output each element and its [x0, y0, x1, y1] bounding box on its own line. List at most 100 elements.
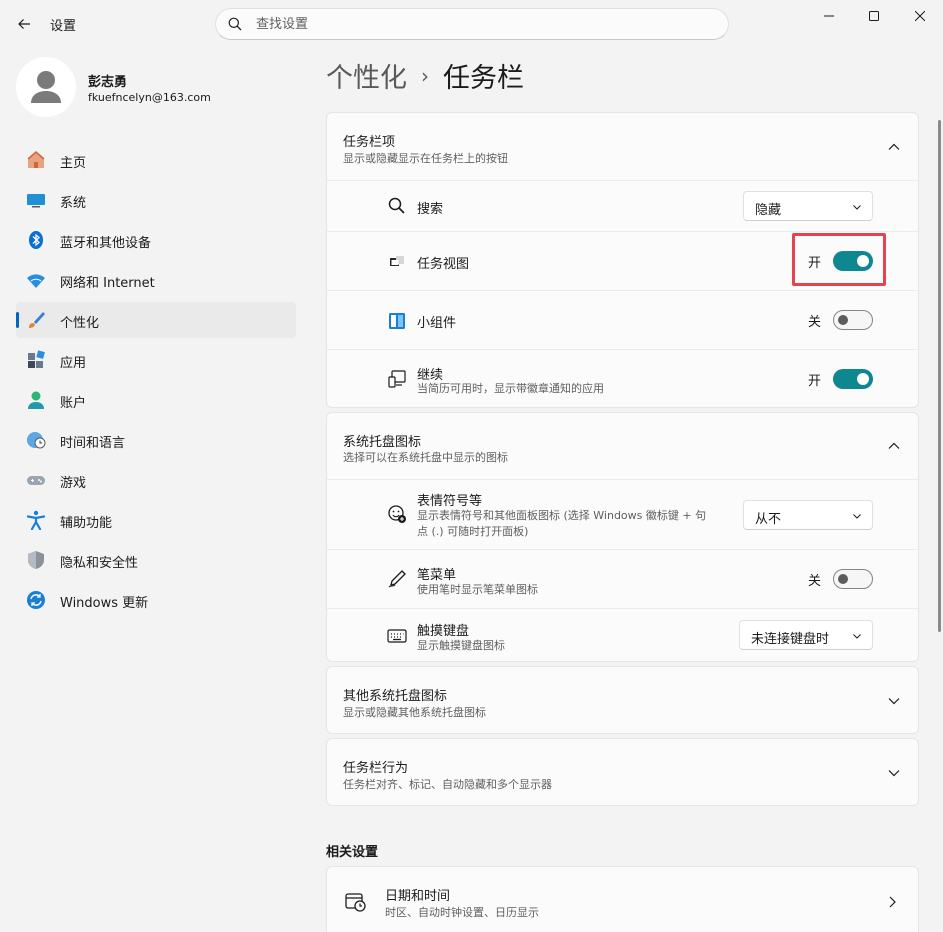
task-view-toggle-group: 开 [808, 251, 873, 271]
row-search: 搜索 隐藏 [327, 181, 918, 232]
sidebar-item-accounts[interactable]: 账户 [16, 382, 296, 418]
scrollbar[interactable] [938, 120, 941, 632]
sidebar-item-privacy[interactable]: 隐私和安全性 [16, 542, 296, 578]
toggle-state-label: 关 [807, 314, 821, 330]
row-subtitle: 使用笔时显示笔菜单图标 [417, 583, 538, 596]
sidebar-item-accessibility[interactable]: 辅助功能 [16, 502, 296, 538]
taskbar-behaviors-card[interactable]: 任务栏行为 任务栏对齐、标记、自动隐藏和多个显示器 [326, 738, 919, 806]
search-icon [228, 17, 242, 31]
continue-toggle[interactable] [833, 369, 873, 389]
toggle-knob [838, 315, 848, 325]
back-button[interactable] [10, 10, 38, 38]
task-view-toggle[interactable] [833, 251, 873, 271]
sidebar-item-personalization[interactable]: 个性化 [16, 302, 296, 338]
section-subtitle: 显示或隐藏其他系统托盘图标 [343, 706, 486, 719]
toggle-state-label: 开 [807, 373, 821, 389]
search-mode-dropdown[interactable]: 隐藏 [743, 191, 873, 221]
row-label: 笔菜单 [417, 568, 457, 583]
minimize-button[interactable] [809, 4, 849, 28]
calendar-clock-icon [345, 893, 366, 912]
phone-desktop-icon [388, 370, 406, 388]
avatar[interactable] [16, 57, 76, 117]
pen-toggle-group: 关 [808, 569, 873, 589]
widgets-toggle-group: 关 [808, 310, 873, 330]
row-touch-keyboard: 触摸键盘 显示触摸键盘图标 未连接键盘时 [327, 609, 918, 661]
link-title: 日期和时间 [385, 889, 451, 904]
link-subtitle: 时区、自动时钟设置、日历显示 [385, 906, 539, 919]
title-bar: 设置 [0, 0, 943, 48]
sidebar-item-gaming[interactable]: 游戏 [16, 462, 296, 498]
search-box[interactable] [215, 8, 729, 40]
tray-icons-card: 系统托盘图标 选择可以在系统托盘中显示的图标 表情符号等 显示表情符号和其他面板… [326, 412, 919, 662]
search-icon [388, 197, 405, 214]
dropdown-value: 隐藏 [755, 203, 782, 218]
row-subtitle: 当简历可用时，显示带徽章通知的应用 [417, 382, 604, 395]
chevron-up-icon[interactable] [886, 438, 902, 454]
sidebar-item-label: 账户 [60, 396, 87, 411]
sidebar-item-bluetooth[interactable]: 蓝牙和其他设备 [16, 222, 296, 258]
wifi-icon [27, 274, 45, 288]
sidebar-item-apps[interactable]: 应用 [16, 342, 296, 378]
taskbar-items-header[interactable]: 任务栏项 显示或隐藏显示在任务栏上的按钮 [327, 113, 918, 181]
sidebar-item-label: 时间和语言 [60, 436, 126, 451]
widgets-icon [389, 313, 405, 329]
pen-menu-toggle[interactable] [833, 569, 873, 589]
widgets-toggle[interactable] [833, 310, 873, 330]
section-title: 其他系统托盘图标 [343, 689, 448, 704]
chevron-up-icon[interactable] [886, 139, 902, 155]
date-time-link[interactable]: 日期和时间 时区、自动时钟设置、日历显示 [326, 866, 919, 932]
active-indicator [16, 312, 19, 328]
row-label: 小组件 [417, 316, 457, 331]
row-emoji: 表情符号等 显示表情符号和其他面板图标 (选择 Windows 徽标键 + 句 … [327, 480, 918, 550]
user-name: 彭志勇 [88, 75, 128, 90]
update-icon [27, 591, 45, 609]
taskbar-items-card: 任务栏项 显示或隐藏显示在任务栏上的按钮 搜索 隐藏 任务视图 开 小组件 关 … [326, 112, 919, 408]
user-email: fkuefncelyn@163.com [88, 91, 211, 104]
maximize-icon [869, 11, 879, 21]
sidebar-item-label: 隐私和安全性 [60, 556, 139, 571]
chevron-down-icon [853, 634, 861, 639]
chevron-right-icon [889, 896, 896, 908]
arrow-left-icon [18, 19, 30, 29]
chevron-down-icon [853, 205, 861, 210]
sidebar-item-label: 主页 [60, 156, 87, 171]
person-icon [28, 391, 44, 409]
breadcrumb-parent[interactable]: 个性化 [326, 56, 407, 95]
section-subtitle: 任务栏对齐、标记、自动隐藏和多个显示器 [343, 778, 552, 791]
sidebar-item-windows-update[interactable]: Windows 更新 [16, 582, 296, 618]
taskbar-behaviors-header[interactable]: 任务栏行为 任务栏对齐、标记、自动隐藏和多个显示器 [327, 739, 918, 805]
sidebar-item-time-language[interactable]: 时间和语言 [16, 422, 296, 458]
row-label: 触摸键盘 [417, 624, 470, 639]
page-title: 任务栏 [443, 63, 524, 94]
other-tray-icons-card[interactable]: 其他系统托盘图标 显示或隐藏其他系统托盘图标 [326, 666, 919, 734]
row-subtitle-line2: 点 (.) 可随时打开面板) [417, 525, 529, 538]
chevron-down-icon[interactable] [886, 765, 902, 781]
sidebar-item-network[interactable]: 网络和 Internet [16, 262, 296, 298]
toggle-knob [857, 255, 869, 267]
brush-icon [29, 312, 45, 328]
row-label: 搜索 [417, 202, 444, 217]
touch-keyboard-dropdown[interactable]: 未连接键盘时 [739, 620, 873, 650]
row-subtitle: 显示触摸键盘图标 [417, 639, 505, 652]
close-button[interactable] [900, 4, 940, 28]
row-pen-menu: 笔菜单 使用笔时显示笔菜单图标 关 [327, 550, 918, 609]
sidebar-item-system[interactable]: 系统 [16, 182, 296, 218]
sidebar-item-home[interactable]: 主页 [16, 142, 296, 178]
search-input[interactable] [256, 14, 716, 34]
chevron-down-icon[interactable] [886, 693, 902, 709]
dropdown-value: 从不 [755, 512, 782, 527]
minimize-icon [824, 15, 834, 17]
other-tray-icons-header[interactable]: 其他系统托盘图标 显示或隐藏其他系统托盘图标 [327, 667, 918, 733]
dropdown-value: 未连接键盘时 [751, 632, 830, 647]
maximize-button[interactable] [854, 4, 894, 28]
app-title: 设置 [50, 19, 77, 34]
related-settings-label: 相关设置 [326, 845, 379, 860]
section-title: 系统托盘图标 [343, 435, 422, 450]
keyboard-icon [387, 629, 407, 643]
task-view-icon [390, 256, 404, 266]
emoji-dropdown[interactable]: 从不 [743, 500, 873, 530]
sidebar-item-label: 个性化 [60, 316, 100, 331]
continue-toggle-group: 开 [808, 369, 873, 389]
tray-icons-header[interactable]: 系统托盘图标 选择可以在系统托盘中显示的图标 [327, 413, 918, 480]
sidebar-item-label: Windows 更新 [60, 596, 149, 611]
